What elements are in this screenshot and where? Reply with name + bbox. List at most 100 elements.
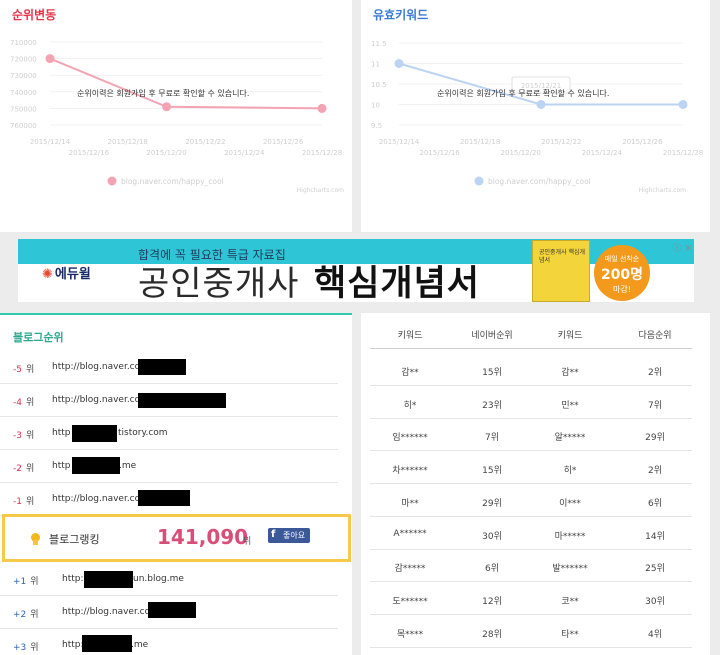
blog-url[interactable]: http://blog.naver.com/ <box>52 362 152 372</box>
y-tick-label: 11.5 <box>371 40 387 48</box>
x-tick-label: 2015/12/18 <box>460 138 500 146</box>
table-row[interactable]: 히* 23위 민** 7위 <box>370 386 692 419</box>
redaction-block <box>72 425 117 442</box>
legend-marker <box>474 176 484 186</box>
rank-delta: -3 위 <box>13 428 34 441</box>
table-row[interactable]: A****** 30위 마***** 14위 <box>370 517 692 550</box>
like-label: 좋아요 <box>283 531 306 540</box>
table-row[interactable]: 감** 15위 감** 2위 <box>370 353 692 386</box>
naver-rank-cell: 30위 <box>482 531 502 542</box>
blog-url-suffix[interactable]: .me <box>131 640 148 650</box>
redaction-block <box>138 359 186 375</box>
banner-book-image: 공인중개사 핵심개념서 <box>532 240 590 302</box>
rank-unit: 위 <box>30 577 39 587</box>
rank-unit: 위 <box>25 497 35 507</box>
y-tick-label: 9.5 <box>371 122 382 130</box>
daum-rank-cell: 2위 <box>647 466 663 477</box>
table-row[interactable]: 도****** 12위 코** 30위 <box>370 582 692 615</box>
rank-row[interactable]: +3 위 http: .me <box>0 629 352 655</box>
divider <box>370 646 692 648</box>
data-point[interactable] <box>678 100 688 109</box>
naver-rank-cell: 7위 <box>484 433 500 444</box>
banner-book-text: 공인중개사 핵심개념서 <box>539 249 586 264</box>
blog-url[interactable]: http <box>52 461 70 471</box>
ad-info-close-icon[interactable]: ⓘ ✕ <box>673 241 692 254</box>
badge-line-1: 매일 선착순 <box>604 255 640 263</box>
naver-rank-cell: 15위 <box>482 368 502 378</box>
data-point[interactable] <box>45 54 55 64</box>
daum-rank-cell: 4위 <box>647 629 663 640</box>
daum-rank-cell: 6위 <box>647 498 663 509</box>
x-tick-label: 2015/12/20 <box>501 149 541 157</box>
rank-row[interactable]: -3 위 http tistory.com <box>0 417 352 450</box>
rank-row[interactable]: -5 위 http://blog.naver.com/ <box>0 351 352 384</box>
data-point[interactable] <box>317 103 327 113</box>
blog-url[interactable]: http: <box>62 574 84 584</box>
legend-label[interactable]: blog.naver.com/happy_cool <box>121 177 224 186</box>
y-tick-label: 710000 <box>10 39 37 47</box>
naver-rank-cell: 12위 <box>482 596 502 607</box>
daum-rank-cell: 7위 <box>647 400 663 411</box>
keyword-naver-cell: 도****** <box>392 596 428 607</box>
facebook-like-button[interactable]: f 좋아요 <box>268 528 310 543</box>
blog-url[interactable]: http://blog.naver.com/ <box>52 494 152 504</box>
naver-rank-cell: 29위 <box>482 498 502 509</box>
rank-row[interactable]: +2 위 http://blog.naver.com/ <box>0 596 352 629</box>
blog-url-suffix[interactable]: un.blog.me <box>133 574 184 584</box>
blog-url[interactable]: http://blog.naver.com/ <box>62 607 162 617</box>
rank-row[interactable]: -2 위 http .me <box>0 450 352 483</box>
header-naver-rank: 네이버순위 <box>471 331 513 341</box>
chart-credit[interactable]: Highcharts.com <box>639 187 686 194</box>
x-tick-label: 2015/12/28 <box>663 149 703 157</box>
rank-delta-value: +2 <box>13 610 27 620</box>
table-row[interactable]: 감***** 6위 발****** 25위 <box>370 549 692 583</box>
rank-delta: -5 위 <box>13 362 34 375</box>
rank-delta-value: +1 <box>13 577 27 587</box>
table-row[interactable]: 임****** 7위 알***** 29위 <box>370 418 692 452</box>
rank-row[interactable]: -1 위 http://blog.naver.com/ <box>0 483 352 516</box>
badge-line-2: 200명 <box>600 267 644 283</box>
x-tick-label: 2015/12/24 <box>224 149 265 157</box>
blog-url[interactable]: http <box>52 428 70 438</box>
chart-credit[interactable]: Highcharts.com <box>297 187 344 194</box>
table-row[interactable]: 마** 29위 이*** 6위 <box>370 484 692 517</box>
rank-delta: -1 위 <box>13 494 34 507</box>
data-point[interactable] <box>162 102 172 112</box>
data-point[interactable] <box>536 100 546 109</box>
ad-banner[interactable]: ✺ 에듀윌 합격에 꼭 필요한 특급 자료집 공인중개사 핵심개념서 공인중개사 … <box>18 239 694 302</box>
data-point[interactable] <box>394 59 404 68</box>
x-tick-label: 2015/12/22 <box>541 138 581 146</box>
rank-row[interactable]: +1 위 http: un.blog.me <box>0 563 352 596</box>
daum-rank-cell: 14위 <box>645 531 665 542</box>
y-tick-label: 10 <box>371 102 380 110</box>
blog-url-suffix[interactable]: .me <box>119 461 136 471</box>
table-row[interactable]: 목**** 28위 타** 4위 <box>370 615 692 648</box>
table-row[interactable]: 차****** 15위 히* 2위 <box>370 451 692 485</box>
blog-url[interactable]: http: <box>62 640 84 650</box>
keyword-naver-cell: 감***** <box>394 564 426 575</box>
keyword-daum-cell: 코** <box>561 596 579 607</box>
banner-logo: ✺ 에듀윌 <box>42 263 91 282</box>
naver-rank-cell: 23위 <box>482 400 502 411</box>
banner-headline-2: 핵심개념서 <box>314 264 481 302</box>
keyword-naver-cell: 임****** <box>392 433 428 444</box>
legend-label[interactable]: blog.naver.com/happy_cool <box>488 177 591 186</box>
keyword-chart: 11.51110.5109.52015/12/142015/12/162015/… <box>371 40 703 194</box>
rank-delta: -4 위 <box>13 395 34 408</box>
legend-marker <box>107 176 117 186</box>
x-tick-label: 2015/12/26 <box>263 138 304 146</box>
rank-row[interactable]: -4 위 http://blog.naver.com/ <box>0 384 352 417</box>
rank-delta: -2 위 <box>13 461 34 474</box>
blog-url[interactable]: http://blog.naver.com/ <box>52 395 152 405</box>
redaction-block <box>84 571 133 588</box>
series-line <box>49 57 323 110</box>
y-tick-label: 10.5 <box>371 81 387 89</box>
header-daum-rank: 다음순위 <box>638 331 672 341</box>
keyword-table-header: 키워드 네이버순위 키워드 다음순위 <box>370 316 692 349</box>
keyword-daum-cell: 이*** <box>559 498 581 509</box>
blog-url-suffix[interactable]: tistory.com <box>118 428 168 438</box>
daum-rank-cell: 30위 <box>645 596 665 607</box>
y-tick-label: 740000 <box>10 89 37 97</box>
keyword-naver-cell: 마** <box>401 498 419 509</box>
eduwill-logo-icon: ✺ <box>42 267 53 282</box>
